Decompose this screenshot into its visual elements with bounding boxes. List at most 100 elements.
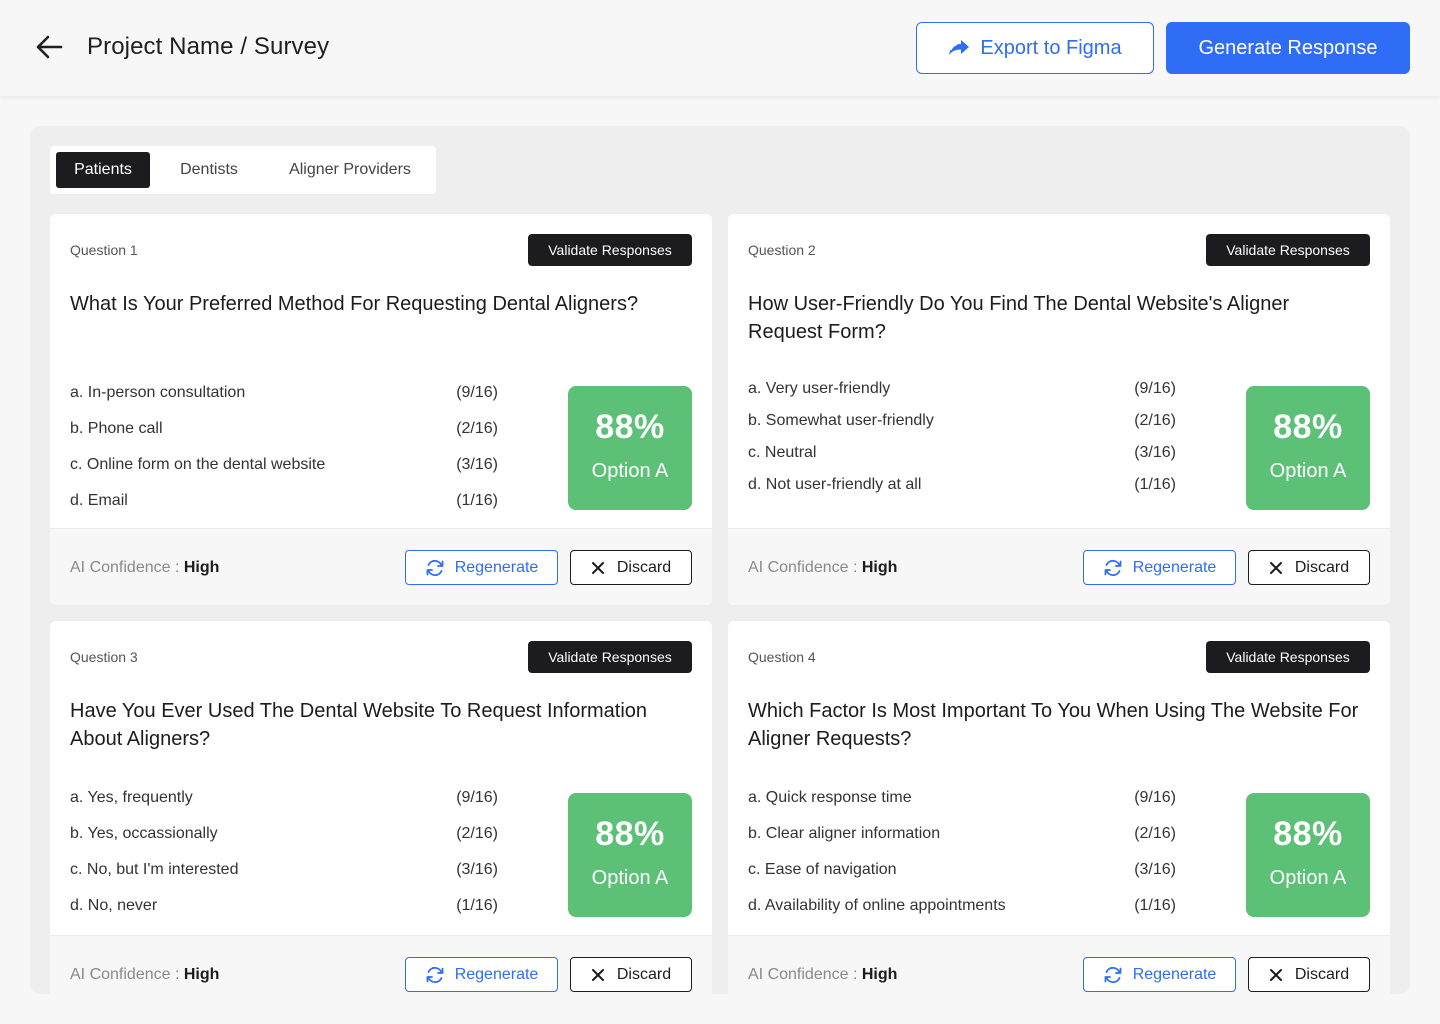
refresh-icon bbox=[425, 966, 445, 984]
question-number: Question 1 bbox=[70, 242, 138, 258]
question-card: Question 2 Validate Responses How User-F… bbox=[728, 214, 1390, 605]
confidence-value: High bbox=[861, 966, 898, 983]
option-count: (9/16) bbox=[1134, 380, 1176, 397]
validate-responses-button[interactable]: Validate Responses bbox=[528, 234, 692, 266]
result-percent: 88% bbox=[595, 408, 665, 446]
regenerate-button[interactable]: Regenerate bbox=[1083, 957, 1236, 992]
tab-aligner-providers[interactable]: Aligner Providers bbox=[268, 152, 432, 188]
option-count: (1/16) bbox=[1134, 476, 1176, 493]
back-button[interactable] bbox=[32, 30, 66, 64]
share-forward-icon bbox=[948, 39, 970, 57]
discard-label: Discard bbox=[616, 965, 672, 983]
discard-button[interactable]: Discard bbox=[1248, 957, 1370, 992]
option-count: (3/16) bbox=[1134, 444, 1176, 461]
regenerate-button[interactable]: Regenerate bbox=[405, 957, 558, 992]
answer-option: a. In-person consultation (9/16) bbox=[70, 384, 498, 420]
discard-button[interactable]: Discard bbox=[570, 550, 692, 585]
discard-label: Discard bbox=[1294, 965, 1350, 983]
confidence-value: High bbox=[183, 966, 220, 983]
option-text: c. Online form on the dental website bbox=[70, 456, 326, 473]
option-count: (3/16) bbox=[456, 861, 498, 878]
option-count: (9/16) bbox=[1134, 789, 1176, 806]
answer-option: b. Yes, occassionally (2/16) bbox=[70, 825, 498, 861]
result-option: Option A bbox=[591, 460, 669, 482]
answer-option: c. No, but I'm interested (3/16) bbox=[70, 861, 498, 897]
answer-option: d. Availability of online appointments (1… bbox=[748, 897, 1176, 933]
tab-dentists[interactable]: Dentists bbox=[150, 152, 268, 188]
answer-option: a. Yes, frequently (9/16) bbox=[70, 789, 498, 825]
card-footer: AI Confidence : High Regenerate Discard bbox=[50, 528, 712, 605]
option-text: b. Phone call bbox=[70, 420, 163, 437]
discard-label: Discard bbox=[616, 558, 672, 576]
question-title: Have You Ever Used The Dental Website To… bbox=[70, 700, 648, 750]
survey-panel: Patients Dentists Aligner Providers Ques… bbox=[30, 126, 1410, 994]
option-count: (1/16) bbox=[456, 492, 498, 509]
confidence-value: High bbox=[183, 559, 220, 576]
regenerate-label: Regenerate bbox=[1132, 965, 1217, 983]
answer-options: a. Very user-friendly (9/16) b. Somewhat … bbox=[748, 380, 1176, 508]
arrow-left-icon bbox=[35, 35, 63, 59]
question-title: How User-Friendly Do You Find The Dental… bbox=[748, 293, 1290, 343]
answer-option: b. Clear aligner information (2/16) bbox=[748, 825, 1176, 861]
option-text: b. Yes, occassionally bbox=[70, 825, 218, 842]
option-text: b. Somewhat user-friendly bbox=[748, 412, 934, 429]
question-number: Question 4 bbox=[748, 649, 816, 665]
option-count: (3/16) bbox=[1134, 861, 1176, 878]
close-icon bbox=[591, 561, 605, 575]
answer-options: a. Yes, frequently (9/16) b. Yes, occassi… bbox=[70, 789, 498, 933]
validate-responses-button[interactable]: Validate Responses bbox=[528, 641, 692, 673]
option-text: d. Not user-friendly at all bbox=[748, 476, 922, 493]
question-card: Question 1 Validate Responses What Is Yo… bbox=[50, 214, 712, 605]
result-option: Option A bbox=[1269, 460, 1347, 482]
validate-responses-button[interactable]: Validate Responses bbox=[1206, 234, 1370, 266]
question-title: What Is Your Preferred Method For Reques… bbox=[70, 293, 639, 315]
tab-patients[interactable]: Patients bbox=[56, 152, 150, 188]
option-count: (3/16) bbox=[456, 456, 498, 473]
option-text: d. No, never bbox=[70, 897, 158, 914]
result-badge: 88% Option A bbox=[1246, 386, 1370, 510]
confidence-label: AI Confidence : bbox=[748, 559, 862, 576]
question-number: Question 3 bbox=[70, 649, 138, 665]
answer-option: b. Phone call (2/16) bbox=[70, 420, 498, 456]
answer-option: c. Online form on the dental website (3/1… bbox=[70, 456, 498, 492]
result-percent: 88% bbox=[595, 815, 665, 853]
result-option: Option A bbox=[1269, 867, 1347, 889]
result-percent: 88% bbox=[1273, 408, 1343, 446]
ai-confidence: AI Confidence : High bbox=[70, 966, 219, 984]
question-number: Question 2 bbox=[748, 242, 816, 258]
refresh-icon bbox=[425, 559, 445, 577]
option-text: d. Email bbox=[70, 492, 128, 509]
discard-button[interactable]: Discard bbox=[1248, 550, 1370, 585]
close-icon bbox=[1269, 968, 1283, 982]
option-count: (9/16) bbox=[456, 789, 498, 806]
option-text: c. Neutral bbox=[748, 444, 817, 461]
answer-option: a. Quick response time (9/16) bbox=[748, 789, 1176, 825]
regenerate-label: Regenerate bbox=[454, 558, 539, 576]
regenerate-button[interactable]: Regenerate bbox=[1083, 550, 1236, 585]
validate-responses-button[interactable]: Validate Responses bbox=[1206, 641, 1370, 673]
option-text: c. Ease of navigation bbox=[748, 861, 897, 878]
discard-button[interactable]: Discard bbox=[570, 957, 692, 992]
option-text: a. Very user-friendly bbox=[748, 380, 891, 397]
option-count: (1/16) bbox=[456, 897, 498, 914]
close-icon bbox=[591, 968, 605, 982]
confidence-label: AI Confidence : bbox=[748, 966, 862, 983]
regenerate-button[interactable]: Regenerate bbox=[405, 550, 558, 585]
ai-confidence: AI Confidence : High bbox=[70, 559, 219, 577]
answer-option: d. Email (1/16) bbox=[70, 492, 498, 528]
answer-option: d. Not user-friendly at all (1/16) bbox=[748, 476, 1176, 508]
answer-options: a. Quick response time (9/16) b. Clear al… bbox=[748, 789, 1176, 933]
confidence-label: AI Confidence : bbox=[70, 966, 184, 983]
ai-confidence: AI Confidence : High bbox=[748, 966, 897, 984]
result-badge: 88% Option A bbox=[568, 793, 692, 917]
refresh-icon bbox=[1103, 966, 1123, 984]
answer-option: a. Very user-friendly (9/16) bbox=[748, 380, 1176, 412]
question-card: Question 3 Validate Responses Have You E… bbox=[50, 621, 712, 994]
option-count: (2/16) bbox=[456, 825, 498, 842]
generate-response-button[interactable]: Generate Response bbox=[1166, 22, 1410, 74]
export-to-figma-button[interactable]: Export to Figma bbox=[916, 22, 1154, 74]
export-label: Export to Figma bbox=[980, 36, 1122, 59]
result-badge: 88% Option A bbox=[1246, 793, 1370, 917]
answer-options: a. In-person consultation (9/16) b. Phone… bbox=[70, 384, 498, 528]
option-count: (9/16) bbox=[456, 384, 498, 401]
